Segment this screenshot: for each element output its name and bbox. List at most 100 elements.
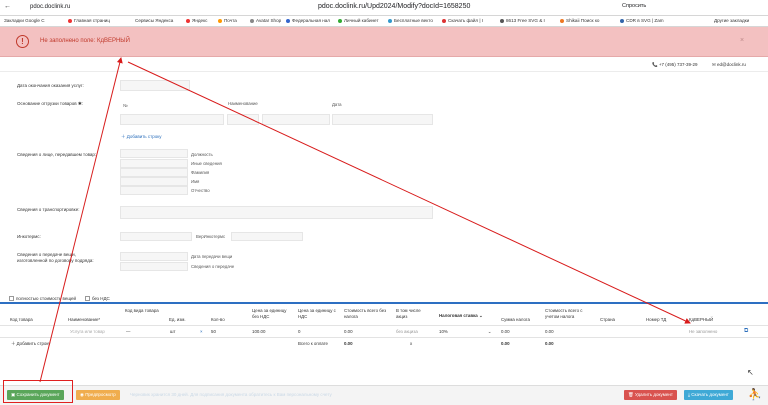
incoterms-version-label: ВерИнкотермс <box>196 234 226 239</box>
surname-hint: Фамилия <box>191 170 210 175</box>
bookmark-item[interactable]: Сервисы Яндекса <box>135 18 173 23</box>
th-td: Номер ТД <box>646 317 667 322</box>
bookmark-icon <box>500 18 504 23</box>
user-icon[interactable]: ⛹ <box>748 388 762 401</box>
kdverny-input[interactable]: Не заполнено <box>689 329 717 334</box>
th-price-vat: Цена за единицу с НДС <box>298 308 336 319</box>
excise-value[interactable]: без акциза <box>396 329 418 334</box>
basis-name-input[interactable] <box>227 114 259 125</box>
bookmark-item[interactable]: Почта <box>218 18 237 23</box>
bookmarks-bar: Закладки Google C Главная страниц Сервис… <box>0 16 768 27</box>
close-icon[interactable]: × <box>740 37 744 44</box>
basis-label: Основание отгрузки товаров ✱: <box>17 101 83 106</box>
patronymic-hint: Отчество <box>191 188 210 193</box>
first-name-input[interactable] <box>120 177 188 186</box>
handover-date-input[interactable] <box>120 252 188 261</box>
totals-label: Всего к оплате <box>298 341 329 346</box>
contacts-bar: 📞 +7 (495) 737-39-29 ✉ ed@doclink.ru <box>0 57 768 72</box>
bookmark-item[interactable]: Shikaii Поиск ко <box>560 18 599 23</box>
bookmark-item[interactable]: Закладки Google C <box>4 18 45 23</box>
basis-name-input-2[interactable] <box>262 114 330 125</box>
th-rate[interactable]: Налоговая ставка ⌄ <box>439 313 483 319</box>
position-input[interactable] <box>120 149 188 158</box>
download-document-button[interactable]: ⤓ Скачать документ <box>684 390 733 400</box>
highlight-box <box>3 380 73 403</box>
th-code: Код товара <box>10 317 33 322</box>
bookmark-icon <box>560 18 564 23</box>
patronymic-input[interactable] <box>120 186 188 195</box>
ask-button[interactable]: Спросить <box>622 3 646 9</box>
basis-date-input[interactable] <box>332 114 433 125</box>
back-icon[interactable]: ← <box>4 3 11 10</box>
totals-total: 0.00 <box>344 341 353 346</box>
incoterms-version-input[interactable] <box>231 232 303 241</box>
incoterms-input[interactable] <box>120 232 192 241</box>
totals-total-vat: 0.00 <box>545 341 554 346</box>
th-unit: Ед. изм. <box>169 317 186 322</box>
th-total-vat: Стоимость всего с учетом налога <box>545 308 583 319</box>
th-country: Страна <box>600 317 615 322</box>
rent-checkbox[interactable]: полностью стоимость вещей <box>9 296 76 301</box>
transport-input[interactable] <box>120 206 433 219</box>
preview-button[interactable]: ◉ Предпросмотр <box>76 390 120 400</box>
bookmark-item[interactable]: Другие закладки <box>714 18 749 23</box>
email-label[interactable]: ✉ ed@doclink.ru <box>712 62 746 68</box>
end-date-input[interactable] <box>120 80 190 91</box>
bookmark-icon <box>186 18 190 23</box>
end-date-label: Дата окончания оказания услуг: <box>17 83 84 88</box>
error-alert: ! Не заполнено поле: КдВЕРНЫЙ × <box>0 27 768 57</box>
person-label: Сведения о лице, передавшем товар: <box>17 152 97 157</box>
total-value[interactable]: 0.00 <box>344 329 353 334</box>
checkbox-icon <box>85 296 90 301</box>
add-goods-row-link[interactable]: ＋ Добавить строку <box>11 341 51 347</box>
warning-icon: ! <box>16 35 29 48</box>
qty-input[interactable]: 50 <box>211 329 216 334</box>
transport-label: Сведения о транспортировке: <box>17 207 80 212</box>
bookmark-item[interactable]: Яндекс <box>186 18 207 23</box>
bookmark-item[interactable]: Бесплатные векто <box>388 18 433 23</box>
checkbox-icon <box>9 296 14 301</box>
price-input[interactable]: 100.00 <box>252 329 265 334</box>
total-vat-value[interactable]: 0.00 <box>545 329 554 334</box>
basis-number-input[interactable] <box>120 114 224 125</box>
incoterms-label: Инкотермс: <box>17 234 41 239</box>
other-info-hint: Иные сведения <box>191 161 222 166</box>
unit-value[interactable]: шт <box>170 329 176 334</box>
kind-value[interactable]: — <box>126 329 130 334</box>
tax-value[interactable]: 0.00 <box>501 329 510 334</box>
handover-info-input[interactable] <box>120 262 188 271</box>
bookmark-icon <box>620 18 624 23</box>
col-number: № <box>123 103 128 108</box>
handover-date-hint: Дата передачи вещи <box>191 254 233 259</box>
th-kind: Код вида товара <box>125 308 159 313</box>
domain-label: pdoc.doclink.ru <box>30 4 71 10</box>
add-basis-row-link[interactable]: ＋ Добавить строку <box>121 134 162 140</box>
delete-document-button[interactable]: 🗑 Удалить документ <box>624 390 677 400</box>
th-total: Стоимость всего без налога <box>344 308 387 319</box>
copy-row-icon[interactable]: ⧉ <box>744 328 748 335</box>
chevron-down-icon: ⌄ <box>478 313 483 318</box>
surname-input[interactable] <box>120 168 188 177</box>
bookmark-icon <box>388 18 392 23</box>
col-name: Наименование <box>228 101 258 106</box>
bookmark-item[interactable]: Личный кабинет <box>338 18 379 23</box>
bookmark-item[interactable]: Федеральная нал <box>286 18 330 23</box>
name-input[interactable]: Услуга или товар <box>70 329 105 334</box>
no-vat-checkbox[interactable]: без НДС <box>85 296 110 301</box>
bookmark-item[interactable]: Avatar Shop <box>250 18 281 23</box>
bookmark-item[interactable]: Скачать файл | I <box>442 18 483 23</box>
rate-select[interactable]: 10% ⌄ <box>439 329 491 335</box>
unit-clear-icon[interactable]: × <box>200 329 203 334</box>
th-price: Цена за единицу без НДС <box>252 308 287 319</box>
col-date: Дата <box>332 102 342 107</box>
bookmark-item[interactable]: 8613 Free SVG & I <box>500 18 545 23</box>
browser-chrome: ← pdoc.doclink.ru pdoc.doclink.ru/Upd202… <box>0 0 768 27</box>
url-bar[interactable]: ← pdoc.doclink.ru pdoc.doclink.ru/Upd202… <box>0 0 768 16</box>
bookmark-icon <box>250 18 254 23</box>
bookmark-item[interactable]: Главная страниц <box>68 18 110 23</box>
bookmark-item[interactable]: CDR в SVG | Zam <box>620 18 664 23</box>
other-info-input[interactable] <box>120 159 188 168</box>
page-url[interactable]: pdoc.doclink.ru/Upd2024/Modify?docId=165… <box>318 3 470 10</box>
price-vat-value[interactable]: 0 <box>298 329 300 334</box>
bookmark-icon <box>338 18 342 23</box>
